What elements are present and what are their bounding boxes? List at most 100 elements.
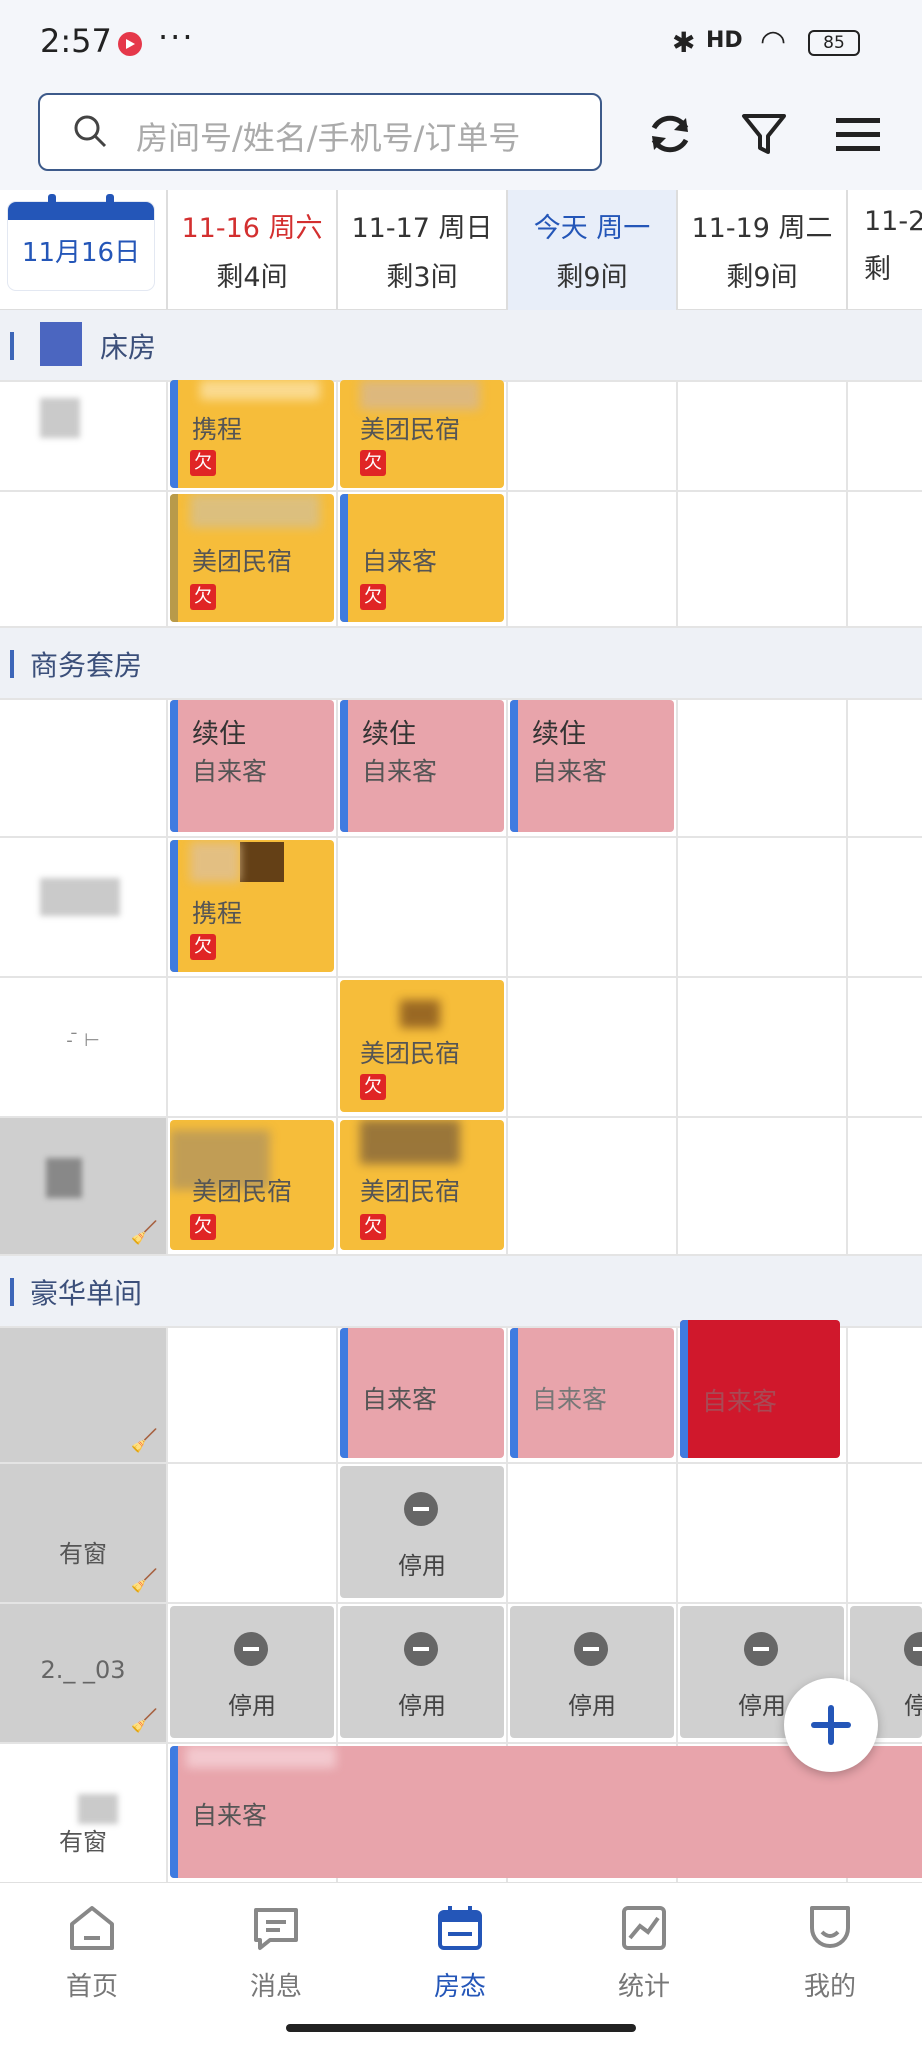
- disabled-icon: [904, 1632, 922, 1666]
- redacted-block: [40, 322, 82, 366]
- booking-channel: 美团民宿: [360, 415, 461, 444]
- menu-icon[interactable]: [832, 108, 884, 160]
- date-column-1119[interactable]: 11-19 周二 剩9间: [676, 190, 846, 310]
- room-type-header[interactable]: 床房: [0, 310, 922, 380]
- owe-badge: 欠: [360, 1214, 386, 1240]
- booking-channel: 自来客: [192, 757, 268, 786]
- home-indicator[interactable]: [286, 2024, 636, 2032]
- room-number: 2._ _03: [40, 1656, 126, 1684]
- booking-block[interactable]: 美团民宿 欠: [170, 1120, 334, 1250]
- owe-badge: 欠: [190, 450, 216, 476]
- booking-block[interactable]: 美团民宿 欠: [170, 494, 334, 622]
- message-icon: [254, 1908, 298, 1950]
- disabled-icon: [574, 1632, 608, 1666]
- date-column-today[interactable]: 今天 周一 剩9间: [506, 190, 676, 310]
- redacted-guest-name: [240, 842, 284, 882]
- booking-block[interactable]: 续住 自来客: [170, 700, 334, 832]
- room-label[interactable]: 有窗: [0, 1744, 166, 1880]
- calendar-ring: [48, 194, 56, 212]
- disabled-label: 停用: [228, 1692, 276, 1720]
- nav-home[interactable]: 首页: [32, 1902, 152, 2003]
- home-icon: [70, 1906, 114, 1950]
- booking-channel: 携程: [192, 899, 243, 928]
- booking-block[interactable]: 续住 自来客: [340, 700, 504, 832]
- search-placeholder: 房间号/姓名/手机号/订单号: [136, 119, 521, 157]
- booking-block[interactable]: 自来客: [680, 1320, 840, 1458]
- disabled-cell[interactable]: 停用: [340, 1466, 504, 1598]
- booking-block[interactable]: 美团民宿 欠: [340, 980, 504, 1112]
- owe-badge: 欠: [190, 934, 216, 960]
- booking-block[interactable]: 自来客: [510, 1328, 674, 1458]
- redacted-guest-name: [200, 380, 320, 400]
- room-label[interactable]: [0, 382, 166, 490]
- rooms-remaining: 剩4间: [216, 262, 288, 293]
- redacted-room-number: [46, 1158, 82, 1198]
- room-label[interactable]: [0, 700, 166, 836]
- cleaning-broom-icon: 🧹: [130, 1709, 158, 1734]
- room-label-dirty[interactable]: 🧹: [0, 1328, 166, 1462]
- redacted-room-number: [40, 878, 120, 916]
- disabled-icon: [234, 1632, 268, 1666]
- room-type-header[interactable]: 商务套房: [0, 628, 922, 698]
- booking-block[interactable]: 携程 欠: [170, 380, 334, 488]
- booking-block[interactable]: 自来客: [340, 1328, 504, 1458]
- grid-line: [506, 310, 508, 1882]
- booking-block[interactable]: 续住 自来客: [510, 700, 674, 832]
- date-label: 11-17 周日: [351, 213, 493, 244]
- search-input[interactable]: 房间号/姓名/手机号/订单号: [38, 93, 602, 171]
- booking-edge: [510, 700, 518, 832]
- room-label[interactable]: [0, 838, 166, 976]
- disabled-cell[interactable]: 停用: [170, 1606, 334, 1738]
- section-marker: [10, 650, 14, 678]
- booking-block[interactable]: 美团民宿 欠: [340, 380, 504, 488]
- date-column-1116[interactable]: 11-16 周六 剩4间: [166, 190, 336, 310]
- room-label-dirty[interactable]: 🧹: [0, 1118, 166, 1254]
- room-label[interactable]: [0, 492, 166, 626]
- grid-line: [336, 310, 338, 1882]
- nav-mine[interactable]: 我的: [770, 1902, 890, 2003]
- disabled-label: 停用: [904, 1692, 922, 1720]
- nav-rooms[interactable]: 房态: [400, 1902, 520, 2003]
- room-label[interactable]: - ̄ ⊢: [0, 978, 166, 1116]
- rooms-remaining: 剩3间: [386, 262, 458, 293]
- date-column-1117[interactable]: 11-17 周日 剩3间: [336, 190, 506, 310]
- cleaning-broom-icon: 🧹: [130, 1429, 158, 1454]
- redacted-guest-name: [186, 1746, 336, 1768]
- booking-status: 续住: [192, 719, 246, 750]
- nav-messages[interactable]: 消息: [216, 1902, 336, 2003]
- nav-label: 统计: [617, 1972, 670, 2002]
- booking-channel: 美团民宿: [192, 1177, 293, 1206]
- booking-channel: 自来客: [362, 757, 438, 786]
- chart-icon: [622, 1906, 666, 1950]
- nav-stats[interactable]: 统计: [584, 1902, 704, 2003]
- owe-badge: 欠: [360, 584, 386, 610]
- filter-icon[interactable]: [738, 108, 790, 160]
- room-label-dirty[interactable]: 有窗 🧹: [0, 1464, 166, 1602]
- nav-label: 我的: [803, 1972, 856, 2002]
- booking-channel: 自来客: [532, 757, 608, 786]
- bluetooth-icon: ✱: [672, 26, 696, 59]
- disabled-cell[interactable]: 停用: [510, 1606, 674, 1738]
- booking-edge: [170, 1746, 178, 1878]
- add-booking-button[interactable]: [784, 1678, 878, 1772]
- booking-edge: [170, 380, 178, 488]
- date-picker-button[interactable]: 11月16日: [8, 194, 154, 290]
- disabled-icon: [404, 1632, 438, 1666]
- booking-block[interactable]: 美团民宿 欠: [340, 1120, 504, 1250]
- refresh-icon[interactable]: [644, 108, 696, 160]
- owe-badge: 欠: [190, 1214, 216, 1240]
- redacted-guest-name: [360, 1120, 460, 1164]
- battery-icon: 85: [808, 30, 860, 56]
- room-type-name: 床房: [100, 331, 157, 364]
- booking-block[interactable]: 自来客 欠: [340, 494, 504, 622]
- date-label: 11-20: [864, 206, 922, 237]
- date-column-1120[interactable]: 11-20 剩: [846, 190, 922, 310]
- profile-icon: [810, 1906, 850, 1948]
- owe-badge: 欠: [360, 1074, 386, 1100]
- room-type-header[interactable]: 豪华单间: [0, 1256, 922, 1326]
- nav-label: 房态: [433, 1972, 486, 2002]
- disabled-cell[interactable]: 停用: [340, 1606, 504, 1738]
- room-label-dirty[interactable]: 2._ _03 🧹: [0, 1604, 166, 1742]
- booking-block[interactable]: 携程 欠: [170, 840, 334, 972]
- booking-edge: [170, 494, 178, 622]
